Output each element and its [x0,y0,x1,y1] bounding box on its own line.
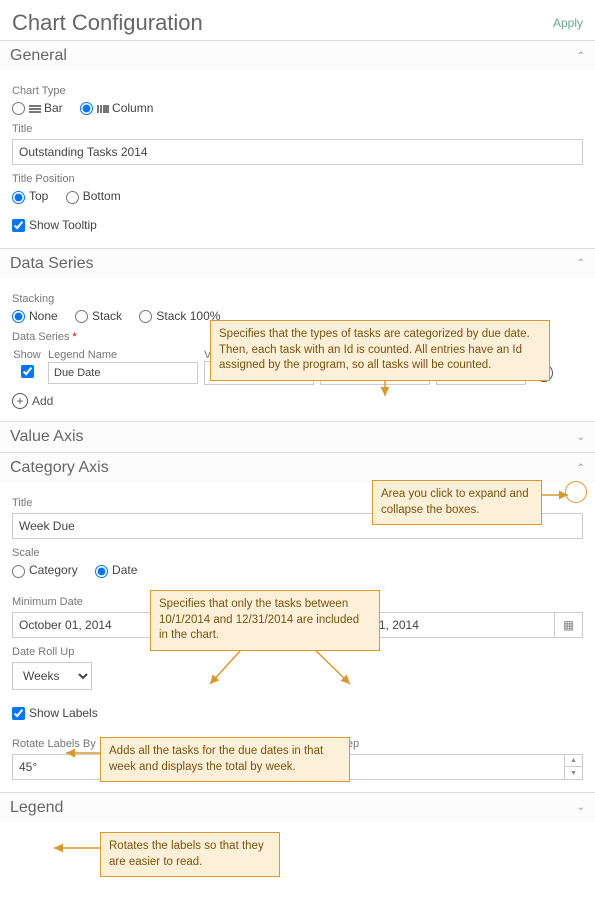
series-show-checkbox[interactable] [21,365,34,378]
plus-icon: + [12,393,28,409]
general-heading: General [10,47,67,65]
chart-type-bar[interactable]: Bar [12,101,63,115]
category-axis-section-header[interactable]: Category Axis ⌃ [0,452,595,483]
column-icon [97,105,109,113]
stacking-stack-100[interactable]: Stack 100% [139,309,220,323]
data-series-section-header[interactable]: Data Series ⌃ [0,248,595,279]
stacking-none[interactable]: None [12,309,58,323]
value-axis-section-header[interactable]: Value Axis ⌄ [0,421,595,452]
bar-icon [29,105,41,113]
stacking-stack[interactable]: Stack [75,309,122,323]
general-section-header[interactable]: General ⌃ [0,40,595,71]
spinner-down-icon[interactable]: ▼ [565,767,582,779]
legend-heading: Legend [10,799,63,817]
callout-data-series: Specifies that the types of tasks are ca… [210,320,550,381]
title-position-top[interactable]: Top [12,189,48,203]
calendar-icon[interactable]: ▦ [555,612,583,638]
title-input[interactable] [12,139,583,165]
show-tooltip-checkbox[interactable]: Show Tooltip [12,218,97,232]
chevron-up-icon: ⌃ [577,463,585,474]
legend-section-header[interactable]: Legend ⌄ [0,792,595,823]
callout-rollup: Adds all the tasks for the due dates in … [100,737,350,782]
callout-ring [565,481,587,503]
page-title: Chart Configuration [12,10,203,36]
chevron-down-icon: ⌄ [577,432,585,443]
spinner-up-icon[interactable]: ▲ [565,755,582,768]
chevron-up-icon: ⌃ [577,51,585,62]
legend-name-input[interactable] [48,362,198,384]
chevron-up-icon: ⌃ [577,258,585,269]
value-axis-heading: Value Axis [10,428,84,446]
rollup-select[interactable]: Weeks [12,662,92,690]
chevron-down-icon: ⌄ [577,802,585,813]
col-show: Show [12,349,42,361]
callout-dates: Specifies that only the tasks between 10… [150,590,380,651]
stacking-label: Stacking [12,293,583,305]
category-axis-heading: Category Axis [10,459,109,477]
data-series-heading: Data Series [10,255,94,273]
col-legend: Legend Name [48,349,198,361]
title-position-bottom[interactable]: Bottom [66,189,121,203]
scale-date[interactable]: Date [95,563,137,577]
callout-rotate: Rotates the labels so that they are easi… [100,832,280,877]
scale-category[interactable]: Category [12,563,78,577]
title-label: Title [12,123,583,135]
chart-type-column[interactable]: Column [80,101,153,115]
scale-label: Scale [12,547,583,559]
show-labels-checkbox[interactable]: Show Labels [12,706,98,720]
callout-expand: Area you click to expand and collapse th… [372,480,542,525]
title-position-label: Title Position [12,173,583,185]
apply-button[interactable]: Apply [553,16,583,30]
add-series-button[interactable]: + Add [12,393,583,409]
chart-type-label: Chart Type [12,85,583,97]
